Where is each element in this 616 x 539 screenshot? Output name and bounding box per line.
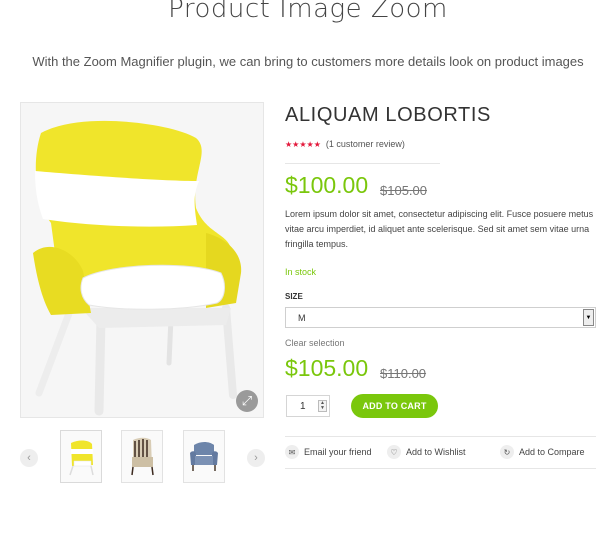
stock-status: In stock: [285, 267, 317, 277]
chevron-left-icon: ‹: [27, 452, 31, 464]
divider: [285, 436, 596, 437]
expand-icon: ⤢: [241, 393, 253, 408]
thumbnail-blue-armchair[interactable]: [183, 430, 225, 483]
envelope-icon: ✉: [285, 445, 299, 459]
dropdown-arrow-icon: ▼: [583, 309, 594, 326]
page-subheading: With the Zoom Magnifier plugin, we can b…: [32, 54, 584, 69]
chevron-right-icon: ›: [254, 452, 258, 464]
add-to-compare-action[interactable]: ↻ Add to Compare: [500, 445, 585, 459]
refresh-icon: ↻: [500, 445, 514, 459]
size-select[interactable]: M ▼: [285, 307, 596, 328]
thumbnail-prev-button[interactable]: ‹: [20, 449, 38, 467]
clear-selection-link[interactable]: Clear selection: [285, 338, 345, 348]
size-label: SIZE: [285, 292, 303, 301]
thumbnail-next-button[interactable]: ›: [247, 449, 265, 467]
price-old: $105.00: [380, 183, 427, 198]
price-current: $100.00: [285, 172, 369, 198]
action-label: Add to Wishlist: [406, 447, 466, 457]
add-to-cart-button[interactable]: ADD TO CART: [351, 394, 438, 418]
divider: [285, 468, 596, 469]
yellow-chair-image: [21, 103, 263, 417]
spinner-arrows-icon[interactable]: ▲ ▼: [318, 400, 327, 412]
product-rating: ★★★★★ (1 customer review): [285, 139, 405, 149]
main-product-image[interactable]: [20, 102, 264, 418]
variation-price-old: $110.00: [380, 366, 427, 381]
customer-review-link[interactable]: (1 customer review): [326, 139, 405, 149]
action-label: Email your friend: [304, 447, 372, 457]
size-selected-value: M: [298, 313, 306, 323]
zoom-button[interactable]: ⤢: [236, 390, 258, 412]
product-title: ALIQUAM LOBORTIS: [285, 104, 491, 126]
action-label: Add to Compare: [519, 447, 585, 457]
quantity-stepper[interactable]: 1 ▲ ▼: [286, 395, 330, 417]
quantity-value[interactable]: 1: [300, 401, 306, 412]
thumbnail-yellow-chair[interactable]: [60, 430, 102, 483]
page-heading: Product Image Zoom: [168, 0, 448, 24]
thumbnail-striped-chair[interactable]: [121, 430, 163, 483]
star-rating: ★★★★★: [285, 139, 321, 149]
add-to-wishlist-action[interactable]: ♡ Add to Wishlist: [387, 445, 466, 459]
variation-price-current: $105.00: [285, 355, 369, 381]
heart-icon: ♡: [387, 445, 401, 459]
product-description: Lorem ipsum dolor sit amet, consectetur …: [285, 209, 594, 249]
divider: [285, 163, 440, 164]
email-friend-action[interactable]: ✉ Email your friend: [285, 445, 372, 459]
